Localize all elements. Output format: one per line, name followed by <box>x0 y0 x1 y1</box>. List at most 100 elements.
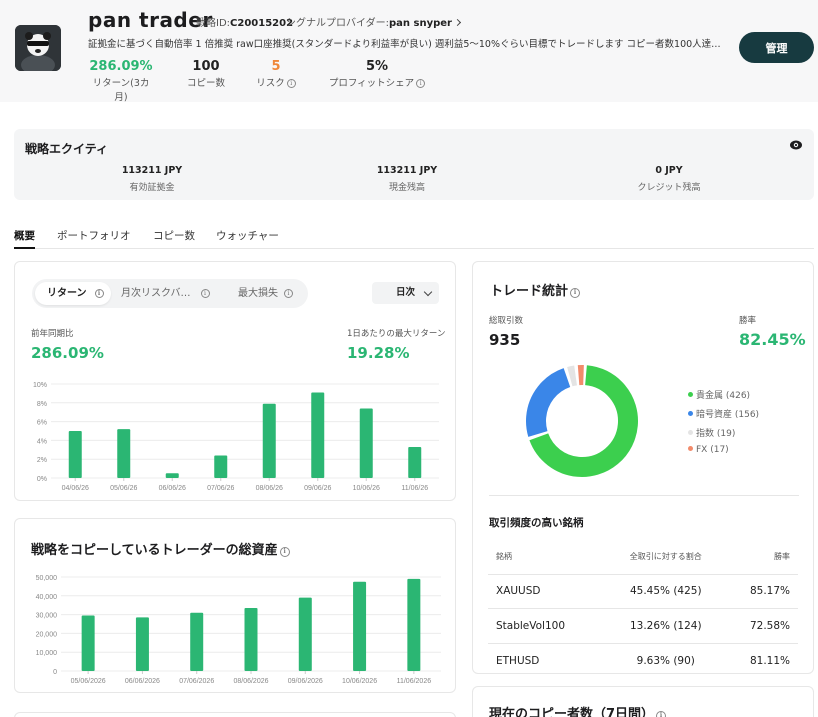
tab-portfolio[interactable]: ポートフォリオ <box>57 228 131 249</box>
current-copiers-title-wrap: 現在のコピー者数（7日間） i <box>489 703 667 717</box>
header-share: 全取引に対する割合 <box>609 540 723 575</box>
legend-item-fx: FX (17) <box>688 445 729 455</box>
provider-link[interactable]: シグナルプロバイダー:pan snyper <box>286 14 462 29</box>
y-tick-label: 8% <box>37 401 47 408</box>
trader-name: pan trader <box>88 8 213 32</box>
legend-item-indices: 指数 (19) <box>688 426 735 439</box>
trade-stats-title-wrap: トレード統計 i <box>490 280 581 299</box>
equity-cash-balance: 113211 JPY 現金残高 <box>327 165 487 193</box>
header-symbol: 銘柄 <box>488 540 610 575</box>
tab-copies[interactable]: コピー数 <box>153 228 195 249</box>
trade-stats-title: トレード統計 <box>490 284 569 299</box>
legend-label: 貴金属 (426) <box>696 391 751 401</box>
max-daily-label: 1日あたりの最大リターン <box>347 329 446 339</box>
x-tick-label: 05/06/2026 <box>71 678 106 685</box>
stat-risk: 5 リスク i <box>254 59 298 89</box>
table-row[interactable]: StableVol100 13.26% (124) 72.58% <box>488 608 798 644</box>
x-tick-label: 10/06/2026 <box>342 678 377 685</box>
bar <box>165 473 179 478</box>
x-tick-label: 08/06/26 <box>256 485 283 492</box>
stat-copies: 100 コピー数 <box>182 59 230 89</box>
stat-profit-share-label: プロフィットシェア <box>328 78 415 89</box>
table-header-row: 銘柄 全取引に対する割合 勝率 <box>488 540 798 575</box>
y-tick-label: 30,000 <box>36 613 58 620</box>
info-icon[interactable]: i <box>200 289 210 298</box>
asset-class-donut-chart <box>526 365 638 477</box>
y-tick-label: 50,000 <box>36 575 58 582</box>
cell-share: 45.45% (425) <box>609 574 723 609</box>
copier-assets-title: 戦略をコピーしているトレーダーの総資産 <box>31 543 278 558</box>
segment-max-loss[interactable]: 最大損失 i <box>238 282 304 305</box>
x-tick-label: 10/06/26 <box>353 485 380 492</box>
tab-watchers[interactable]: ウォッチャー <box>216 228 279 249</box>
stat-return-value: 286.09% <box>89 59 153 74</box>
info-icon[interactable]: i <box>656 711 667 717</box>
copier-assets-title-wrap: 戦略をコピーしているトレーダーの総資産 i <box>31 539 290 558</box>
segment-return[interactable]: リターン i <box>35 282 111 305</box>
stat-copies-label: コピー数 <box>186 78 225 89</box>
bar <box>408 446 422 478</box>
yoy-value: 286.09% <box>31 344 104 362</box>
header-win-rate: 勝率 <box>722 540 798 575</box>
bar <box>311 392 325 478</box>
bar <box>262 403 276 478</box>
x-tick-label: 09/06/2026 <box>288 678 323 685</box>
win-rate-value: 82.45% <box>739 330 806 349</box>
segment-return-label: リターン <box>47 288 87 299</box>
x-tick-label: 07/06/26 <box>207 485 234 492</box>
legend-label: FX (17) <box>696 445 729 455</box>
daily-returns-bar-chart: 0% 2% 4% 6% 8% 10% 04/06/26 05/06/26 06/06/26 07/… <box>33 382 439 492</box>
equity-credit-balance: 0 JPY クレジット残高 <box>589 165 749 193</box>
y-tick-label: 10,000 <box>36 650 58 657</box>
info-icon[interactable]: i <box>570 288 581 298</box>
cell-win-rate: 81.11% <box>749 654 790 667</box>
x-tick-label: 11/06/26 <box>401 485 428 492</box>
eye-icon[interactable] <box>790 140 802 150</box>
next-card <box>14 712 456 717</box>
info-icon[interactable]: i <box>284 289 293 298</box>
segment-monthly-risk[interactable]: 月次リスクバ… i <box>121 282 233 305</box>
legend-label: 指数 (19) <box>696 429 736 439</box>
y-tick-label: 0 <box>53 669 57 676</box>
chevron-right-icon <box>454 18 462 27</box>
stat-profit-share: 5% プロフィットシェア i <box>328 59 426 89</box>
y-tick-label: 10% <box>33 382 47 389</box>
tab-overview[interactable]: 概要 <box>14 228 35 249</box>
cell-symbol: XAUUSD <box>488 574 610 609</box>
bar <box>298 597 312 671</box>
chevron-down-icon <box>423 287 433 297</box>
equity-label: 現金残高 <box>388 183 425 193</box>
y-tick-label: 0% <box>37 476 47 483</box>
info-icon[interactable]: i <box>94 289 104 298</box>
manage-button[interactable]: 管理 <box>739 32 814 63</box>
bar <box>68 431 82 478</box>
period-select[interactable]: 日次 <box>372 282 439 304</box>
current-copiers-title: 現在のコピー者数（7日間） <box>489 707 655 717</box>
x-tick-label: 11/06/2026 <box>397 678 432 685</box>
main-tabs: 概要 ポートフォリオ コピー数 ウォッチャー <box>14 228 814 249</box>
equity-value: 0 JPY <box>655 165 683 176</box>
strategy-equity-panel: 戦略エクイティ 113211 JPY 有効証拠金 113211 JPY 現金残高… <box>14 129 814 200</box>
stat-return-label: リターン(3カ月) <box>92 78 150 103</box>
table-row[interactable]: ETHUSD 9.63% (90) 81.11% <box>488 643 798 678</box>
info-icon[interactable]: i <box>416 79 426 88</box>
stat-risk-label: リスク <box>256 78 285 89</box>
stat-risk-value: 5 <box>271 59 281 74</box>
table-row[interactable]: XAUUSD 45.45% (425) 85.17% <box>488 574 798 609</box>
total-trades-value: 935 <box>489 331 521 349</box>
provider-name: pan snyper <box>388 18 452 29</box>
copier-assets-card: 戦略をコピーしているトレーダーの総資産 i 0 10,000 20,000 30,000… <box>14 518 456 693</box>
yoy-label: 前年同期比 <box>31 329 74 339</box>
win-rate-label: 勝率 <box>739 316 757 326</box>
legend-dot <box>688 446 693 451</box>
legend-label: 暗号資産 (156) <box>696 410 760 420</box>
strategy-id: 戦略ID:C20015202 <box>196 14 293 29</box>
legend-dot <box>688 392 693 397</box>
legend-dot <box>688 430 693 435</box>
y-tick-label: 20,000 <box>36 631 58 638</box>
info-icon[interactable]: i <box>279 547 290 557</box>
stat-return: 286.09% リターン(3カ月) <box>88 59 154 103</box>
equity-label: 有効証拠金 <box>129 183 175 193</box>
info-icon[interactable]: i <box>286 79 296 88</box>
top-symbols-table: 銘柄 全取引に対する割合 勝率 XAUUSD 45.45% (425) 85.1… <box>488 540 798 678</box>
